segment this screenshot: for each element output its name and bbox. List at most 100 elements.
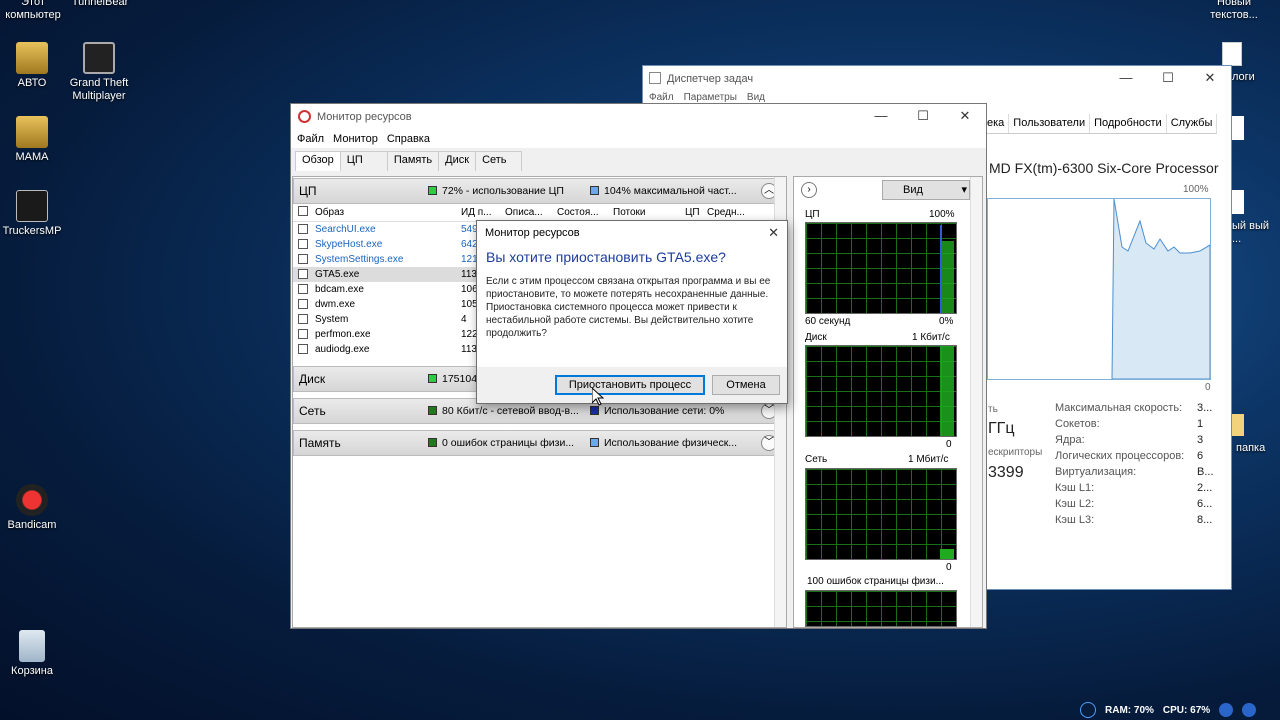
stat-label: Кэш L3:	[1055, 514, 1095, 526]
minimize-icon[interactable]: —	[1105, 66, 1147, 92]
tab-disk[interactable]: Диск	[438, 151, 477, 171]
tab-overview[interactable]: Обзор	[295, 151, 341, 171]
processor-name: MD FX(tm)-6300 Six-Core Processor	[989, 160, 1219, 176]
col-description[interactable]: Описа...	[505, 204, 557, 221]
scrollbar[interactable]	[970, 177, 982, 627]
disk-graph	[805, 345, 957, 437]
blue-square-icon	[590, 406, 599, 415]
stat-label: Логических процессоров:	[1055, 450, 1185, 462]
stat-label: Кэш L1:	[1055, 482, 1095, 494]
dialog-titlebar[interactable]: Монитор ресурсов ✕	[477, 221, 787, 245]
tab-details[interactable]: Подробности	[1090, 114, 1167, 133]
desktop-icon-label: МАМА	[15, 151, 49, 163]
maximize-icon[interactable]: ☐	[1147, 66, 1189, 92]
cancel-button[interactable]: Отмена	[712, 375, 780, 395]
desktop-icon-avto[interactable]: АВТО	[0, 42, 70, 90]
file-icon[interactable]	[1232, 116, 1244, 140]
network-io-metric: 80 Кбит/с - сетевой ввод-в...	[442, 405, 578, 417]
desktop-icon-label: Grand Theft Multiplayer	[69, 77, 129, 102]
close-icon[interactable]: ✕	[768, 221, 779, 245]
view-dropdown[interactable]: Вид ▾	[882, 180, 970, 200]
row-checkbox[interactable]	[298, 314, 308, 324]
desktop-icon-text-file[interactable]: Новый текстов...	[1196, 0, 1272, 22]
desktop-icon-label: папка	[1236, 442, 1266, 454]
row-checkbox[interactable]	[298, 329, 308, 339]
menu-file[interactable]: Файл	[297, 130, 324, 148]
row-checkbox[interactable]	[298, 344, 308, 354]
tray-app-icon[interactable]	[1080, 702, 1096, 718]
row-checkbox[interactable]	[298, 224, 308, 234]
row-checkbox[interactable]	[298, 239, 308, 249]
tab-memory[interactable]: Память	[386, 151, 440, 171]
cpu-graph-label: ЦП	[805, 209, 820, 220]
cpu-graph-freq-line	[940, 225, 942, 313]
col-status[interactable]: Состоя...	[557, 204, 613, 221]
task-manager-titlebar[interactable]: Диспетчер задач — ☐ ✕	[643, 66, 1231, 92]
graph-min-label: 0	[1205, 382, 1211, 393]
file-icon[interactable]	[1232, 190, 1244, 214]
menu-help[interactable]: Справка	[387, 130, 430, 148]
tab-cpu[interactable]: ЦП	[339, 151, 388, 171]
resource-monitor-title: Монитор ресурсов	[317, 111, 412, 123]
disk-metric: 175104	[442, 373, 478, 385]
suspend-confirm-dialog[interactable]: Монитор ресурсов ✕ Вы хотите приостанови…	[476, 220, 788, 404]
tray-network-icon[interactable]	[1219, 703, 1234, 717]
process-name: perfmon.exe	[315, 329, 371, 340]
desktop-icon-tunnelbear[interactable]: TunnelBear	[62, 0, 138, 9]
desktop-icon-label: TruckersMP	[2, 225, 62, 237]
row-checkbox[interactable]	[298, 254, 308, 264]
gt-app-icon	[83, 42, 115, 74]
tab-users[interactable]: Пользователи	[1009, 114, 1091, 133]
desktop-icon-label: Этот компьютер	[5, 0, 61, 21]
suspend-process-button[interactable]: Приостановить процесс	[555, 375, 705, 395]
network-graph-max: 1 Мбит/с	[908, 454, 949, 465]
handles-value: 3399	[988, 464, 1024, 481]
row-checkbox[interactable]	[298, 299, 308, 309]
stat-value: 3...	[1197, 402, 1213, 414]
row-checkbox[interactable]	[298, 269, 308, 279]
desktop-icon-mama[interactable]: МАМА	[0, 116, 70, 164]
col-threads[interactable]: Потоки	[613, 204, 685, 221]
memory-section-header[interactable]: Память 0 ошибок страницы физи... Использ…	[293, 430, 783, 456]
tab-network[interactable]: Сеть	[475, 151, 522, 171]
close-icon[interactable]: ✕	[944, 104, 986, 130]
desktop-icon-recycle-bin[interactable]: Корзина	[0, 630, 70, 678]
desktop-icon-bandicam[interactable]: Bandicam	[0, 484, 70, 532]
file-icon[interactable]	[1222, 42, 1242, 66]
chevron-right-icon[interactable]: ›	[801, 182, 817, 198]
process-name: bdcam.exe	[315, 284, 364, 295]
bandicam-icon	[16, 484, 48, 516]
menu-monitor[interactable]: Монитор	[333, 130, 378, 148]
row-checkbox[interactable]	[298, 284, 308, 294]
close-icon[interactable]: ✕	[1189, 66, 1231, 92]
tray-app-icon-2[interactable]	[1242, 703, 1257, 717]
desktop-icon-this-pc[interactable]: Этот компьютер	[0, 0, 71, 22]
folder-icon[interactable]	[1232, 414, 1244, 436]
col-cpu[interactable]: ЦП	[685, 204, 707, 221]
minimize-icon[interactable]: —	[860, 104, 902, 130]
speed-value: ГГц	[988, 420, 1015, 437]
col-image[interactable]: Образ	[315, 204, 461, 221]
desktop-icon-truckersmp[interactable]: TruckersMP	[0, 190, 70, 238]
dialog-footer: Приостановить процесс Отмена	[477, 367, 787, 403]
system-tray: RAM: 70% CPU: 67%	[1080, 700, 1257, 720]
col-average[interactable]: Средн...	[707, 204, 757, 221]
desktop-icon-label: ый вый ...	[1232, 220, 1270, 245]
stat-value: 8...	[1197, 514, 1213, 526]
resource-monitor-titlebar[interactable]: Монитор ресурсов — ☐ ✕	[291, 104, 986, 130]
truck-app-icon	[16, 190, 48, 222]
maximize-icon[interactable]: ☐	[902, 104, 944, 130]
cpu-graph-min: 0%	[939, 316, 954, 327]
tab-services[interactable]: Службы	[1167, 114, 1218, 133]
select-all-checkbox[interactable]	[298, 206, 308, 216]
desktop-icon-gtmp[interactable]: Grand Theft Multiplayer	[61, 42, 137, 103]
green-square-icon	[428, 406, 437, 415]
stat-label: Максимальная скорость:	[1055, 402, 1183, 414]
cpu-usage-metric: 72% - использование ЦП	[442, 185, 564, 197]
cpu-section-header[interactable]: ЦП 72% - использование ЦП 104% максималь…	[293, 178, 783, 204]
process-name: GTA5.exe	[315, 269, 360, 280]
handles-label: ескрипторы	[988, 447, 1043, 458]
col-pid[interactable]: ИД п...	[461, 204, 505, 221]
graphs-panel: › Вид ▾ ЦП 100% 60 секунд 0% Диск 1 Кбит…	[793, 176, 983, 628]
disk-section-label: Диск	[299, 372, 326, 386]
